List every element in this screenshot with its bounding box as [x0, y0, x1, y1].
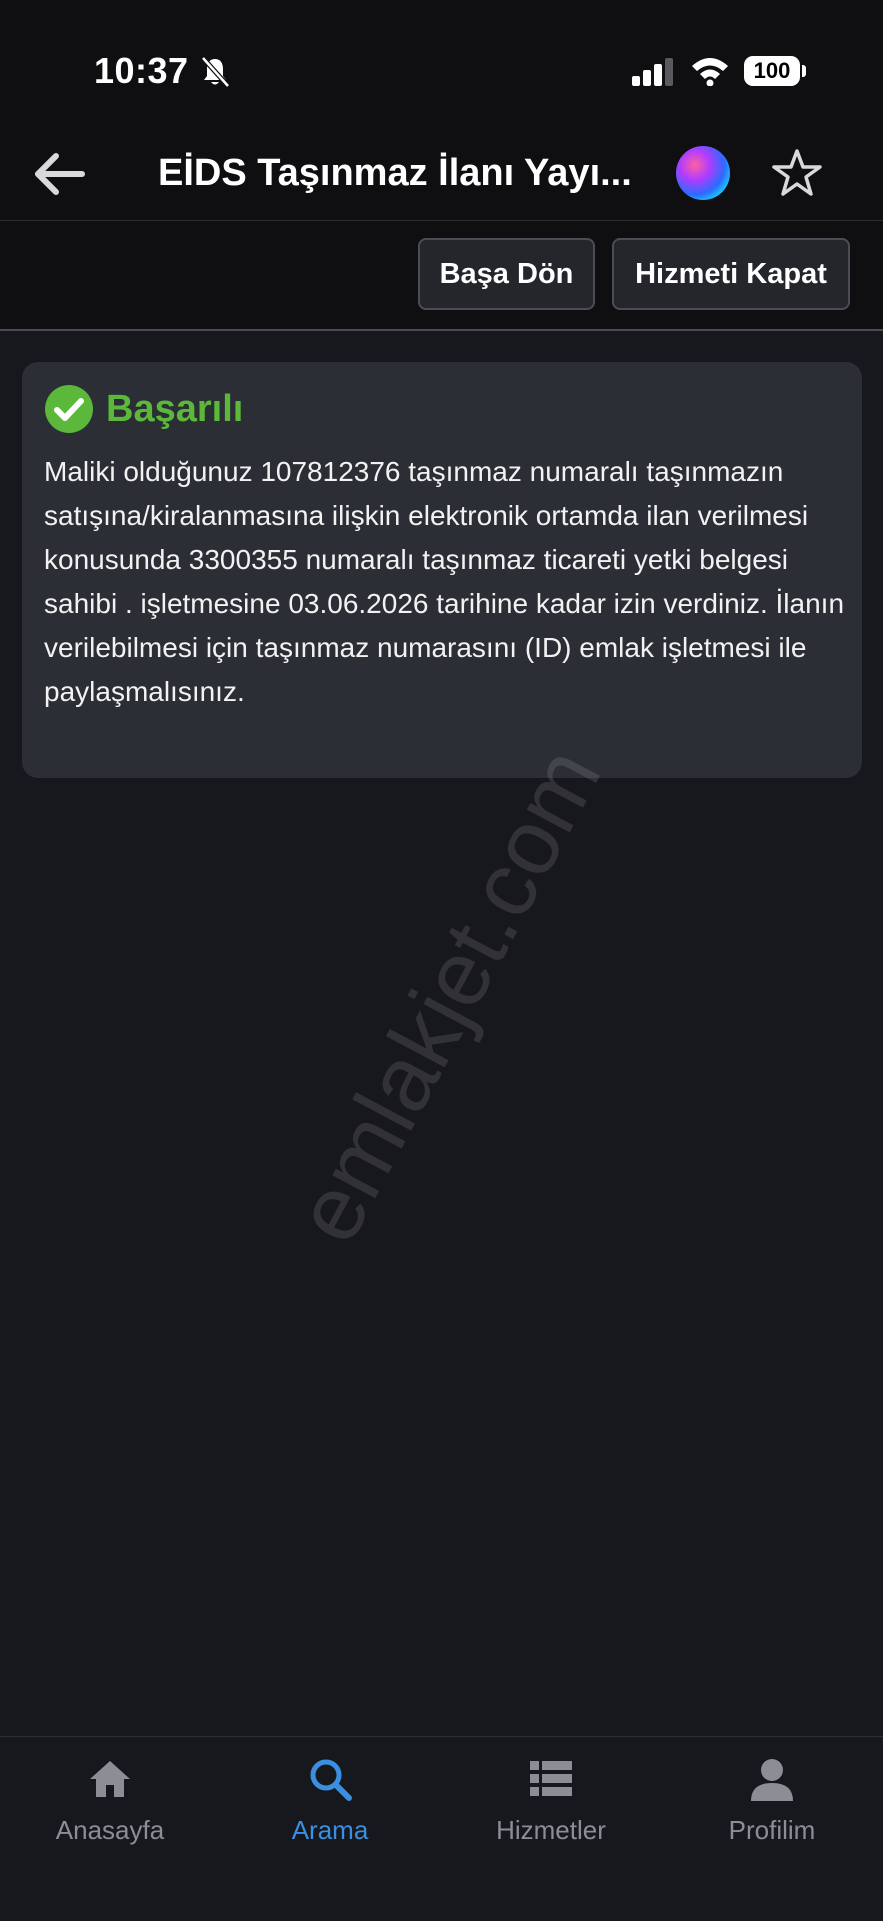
- battery-level: 100: [744, 56, 800, 86]
- status-time: 10:37: [94, 50, 189, 91]
- status-bar: 10:37 100: [0, 0, 883, 130]
- tab-search[interactable]: Arama: [230, 1755, 430, 1865]
- home-icon: [90, 1761, 130, 1797]
- bell-muted-icon: [201, 56, 230, 88]
- tab-services[interactable]: Hizmetler: [451, 1755, 651, 1865]
- back-arrow-icon[interactable]: [30, 148, 90, 200]
- restart-button[interactable]: Başa Dön: [418, 238, 595, 310]
- nav-bar: EİDS Taşınmaz İlanı Yayı...: [0, 130, 883, 221]
- tab-bar: Anasayfa Arama Hizmetler Profilim: [0, 1736, 883, 1921]
- tab-label: Hizmetler: [496, 1815, 606, 1845]
- tab-label: Anasayfa: [55, 1815, 165, 1845]
- success-title: Başarılı: [106, 388, 244, 430]
- tab-profile[interactable]: Profilim: [672, 1755, 872, 1865]
- check-circle-icon: [45, 385, 93, 433]
- signal-icon: [632, 58, 673, 86]
- page-title: EİDS Taşınmaz İlanı Yayı...: [158, 152, 632, 194]
- success-card: Başarılı Maliki olduğunuz 107812376 taşı…: [22, 362, 862, 778]
- tab-label: Profilim: [728, 1815, 816, 1845]
- tab-home[interactable]: Anasayfa: [10, 1755, 210, 1865]
- watermark: emlakjet.com: [275, 731, 621, 1259]
- close-service-button[interactable]: Hizmeti Kapat: [612, 238, 850, 310]
- tab-label: Arama: [291, 1815, 369, 1845]
- user-icon: [751, 1759, 793, 1801]
- favorite-star-icon[interactable]: [770, 146, 824, 200]
- wifi-icon: [692, 58, 728, 86]
- success-message: Maliki olduğunuz 107812376 taşınmaz numa…: [44, 456, 845, 707]
- action-toolbar: Başa Dön Hizmeti Kapat: [0, 221, 883, 331]
- siri-icon[interactable]: [676, 146, 730, 200]
- battery-cap: [802, 65, 806, 77]
- list-icon: [530, 1761, 572, 1796]
- search-icon: [310, 1759, 352, 1801]
